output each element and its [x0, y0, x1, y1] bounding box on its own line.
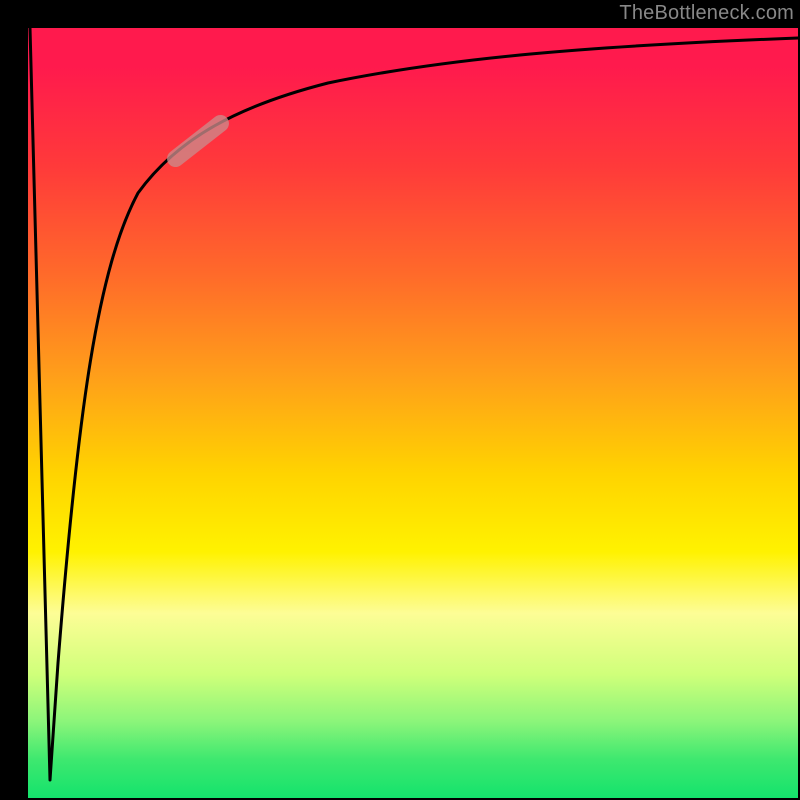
plot-area [28, 28, 798, 798]
bottleneck-curve [30, 28, 798, 780]
chart-frame: TheBottleneck.com [0, 0, 800, 800]
watermark-text: TheBottleneck.com [619, 2, 794, 25]
curve-layer [28, 28, 798, 798]
curve-highlight [164, 112, 233, 171]
